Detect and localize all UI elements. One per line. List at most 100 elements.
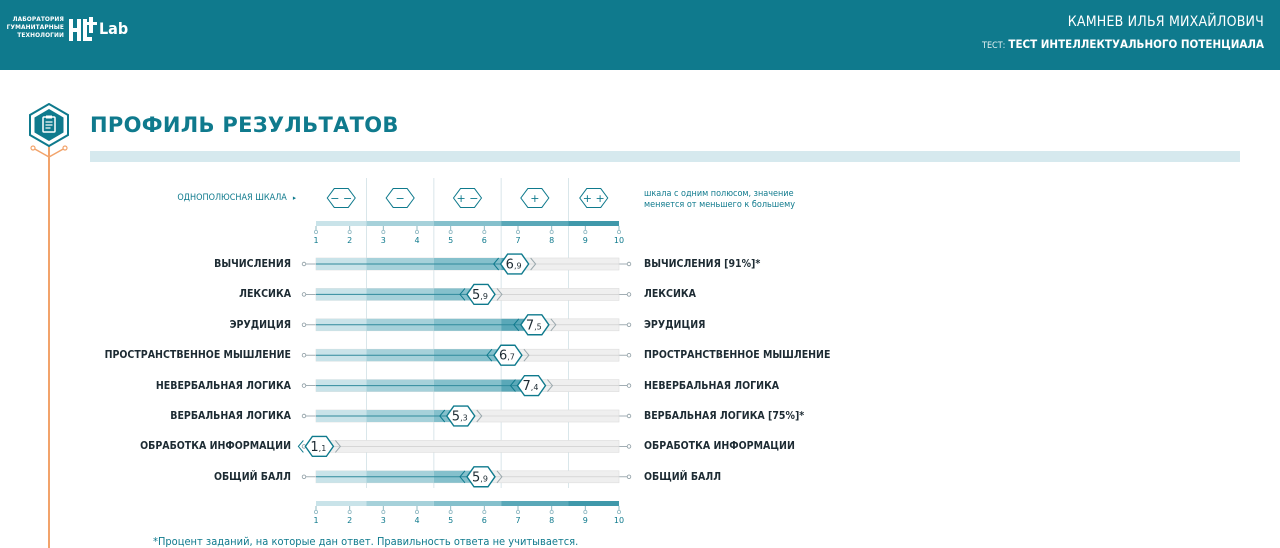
zone-symbol-text: − (396, 192, 405, 205)
bottom-scale-tick-dot (313, 509, 318, 514)
row-label-left: ЛЕКСИКА (239, 288, 291, 301)
bottom-scale-segment (316, 501, 367, 506)
row-label-left: ВЫЧИСЛЕНИЯ (214, 258, 291, 270)
top-scale-tick-label: 7 (515, 236, 520, 245)
top-scale-segment (366, 221, 434, 226)
value-label-int: 5 (472, 470, 480, 485)
zone-symbol-text: − − (330, 192, 352, 205)
top-scale-tick-dot (313, 229, 318, 234)
row-label-left: ОБЩИЙ БАЛЛ (213, 470, 291, 483)
value-label-dec: ,9 (514, 262, 522, 271)
row-guide-dot (301, 353, 307, 358)
bottom-scale-tick-label: 9 (583, 516, 588, 525)
row-label-right: ВЫЧИСЛЕНИЯ [91%]* (644, 258, 761, 270)
row-label-left: ОБРАБОТКА ИНФОРМАЦИИ (140, 440, 291, 453)
top-scale-tick-label: 1 (313, 236, 318, 245)
row-guide-dot (626, 292, 632, 297)
bottom-scale-tick-dot (583, 509, 588, 514)
row-guide-dot (626, 322, 632, 327)
top-scale-tick-label: 9 (583, 236, 588, 245)
top-scale-tick-dot (482, 229, 487, 234)
row-label-left: ЭРУДИЦИЯ (229, 318, 291, 331)
row-label-right: ЭРУДИЦИЯ (644, 318, 706, 331)
row-label-right: ОБРАБОТКА ИНФОРМАЦИИ (644, 440, 795, 453)
value-label-int: 1 (310, 440, 318, 455)
row-label-left: ПРОСТРАНСТВЕННОЕ МЫШЛЕНИЕ (104, 349, 291, 362)
row-label-left: ВЕРБАЛЬНАЯ ЛОГИКА (170, 410, 291, 422)
top-scale-tick-dot (583, 229, 588, 234)
bottom-scale-tick-label: 6 (482, 516, 487, 525)
top-scale-segment (316, 221, 367, 226)
zone-symbol-text: + − (457, 192, 479, 205)
bottom-scale-tick-label: 8 (549, 516, 554, 525)
value-label-int: 7 (523, 379, 531, 394)
bottom-scale-tick-dot (381, 509, 386, 514)
bottom-scale-tick-label: 10 (614, 516, 624, 525)
top-scale-tick-dot (516, 229, 521, 234)
bottom-scale-tick-dot (516, 509, 521, 514)
bottom-scale-tick-label: 7 (515, 516, 520, 525)
value-label-dec: ,3 (460, 414, 468, 423)
row-label-right: ЛЕКСИКА (644, 288, 696, 301)
row-guide-dot (626, 353, 632, 358)
bottom-scale-segment (366, 501, 434, 506)
value-label-int: 5 (452, 410, 460, 425)
bottom-scale-segment (501, 501, 569, 506)
row-guide-dot (301, 474, 307, 479)
row-label-left: НЕВЕРБАЛЬНАЯ ЛОГИКА (155, 379, 291, 392)
top-scale-tick-label: 10 (614, 236, 624, 245)
row-label-right: ОБЩИЙ БАЛЛ (644, 470, 722, 483)
row-guide-dot (626, 474, 632, 479)
top-scale-tick-label: 2 (347, 236, 352, 245)
value-label-int: 7 (526, 318, 534, 333)
footnote: *Процент заданий, на которые дан ответ. … (153, 535, 579, 548)
value-label-int: 6 (499, 349, 507, 364)
bottom-scale-tick-label: 5 (448, 516, 453, 525)
top-scale-tick-dot (549, 229, 554, 234)
bottom-scale-tick-dot (482, 509, 487, 514)
value-label-dec: ,9 (480, 474, 488, 483)
row-guide-dot (301, 322, 307, 327)
zone-symbol-text: + (530, 192, 539, 205)
top-scale-segment (501, 221, 569, 226)
row-guide-dot (301, 292, 307, 297)
row-guide-dot (301, 383, 307, 388)
top-scale-tick-dot (347, 229, 352, 234)
row-guide-dot (626, 261, 632, 267)
value-label-dec: ,9 (480, 292, 488, 301)
top-scale-segment (433, 221, 502, 226)
bottom-scale-tick-label: 3 (381, 516, 386, 525)
value-label-dec: ,1 (319, 444, 327, 453)
row-label-right: ПРОСТРАНСТВЕННОЕ МЫШЛЕНИЕ (644, 349, 831, 362)
row-guide-dot (301, 261, 307, 267)
value-label-int: 6 (506, 258, 514, 273)
bottom-scale-tick-dot (347, 509, 352, 514)
bottom-scale-tick-label: 4 (414, 516, 419, 525)
bottom-scale-tick-dot (448, 509, 453, 514)
bottom-scale-segment (433, 501, 502, 506)
zone-symbol-text: + + (583, 192, 605, 205)
bottom-scale-tick-label: 2 (347, 516, 352, 525)
top-scale-tick-dot (448, 229, 453, 234)
value-label-int: 5 (472, 288, 480, 303)
row-label-right: НЕВЕРБАЛЬНАЯ ЛОГИКА (644, 379, 780, 392)
top-scale-tick-dot (414, 229, 419, 234)
bottom-scale-tick-dot (414, 509, 419, 514)
value-label-dec: ,4 (531, 383, 539, 392)
top-scale-tick-label: 8 (549, 236, 554, 245)
row-guide-dot (301, 413, 307, 419)
value-label-dec: ,5 (534, 322, 542, 331)
results-profile-chart: − − − + − + + +1 2 3 4 5 6 7 8 9 101 2 3 4 5 6 7 8 9 106,95,97… (297, 178, 632, 525)
top-scale-segment (568, 221, 619, 226)
bottom-scale-segment (568, 501, 619, 506)
top-scale-tick-label: 4 (414, 236, 419, 245)
bottom-scale-tick-dot (549, 509, 554, 514)
top-scale-tick-label: 6 (482, 236, 487, 245)
bottom-scale-tick-dot (617, 509, 622, 514)
top-scale-tick-dot (381, 229, 386, 234)
row-guide-dot (626, 383, 632, 388)
top-scale-tick-dot (617, 229, 622, 234)
value-label-dec: ,7 (507, 353, 515, 362)
bottom-scale-tick-label: 1 (313, 516, 318, 525)
row-guide-dot (626, 444, 632, 449)
